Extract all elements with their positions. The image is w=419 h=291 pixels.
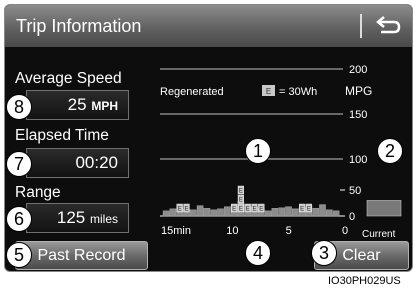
bar-15 <box>264 210 272 217</box>
regen-badge-glyph-12-0: E <box>246 207 250 213</box>
callout-5: 5 <box>6 242 32 268</box>
e-badge-legend-glyph: E <box>266 87 271 96</box>
regen-badge-glyph-11-0: E <box>239 207 243 213</box>
y-tick-label-50: 50 <box>349 185 361 197</box>
bar-9 <box>223 206 231 217</box>
y-tick-label-0: 0 <box>349 211 355 223</box>
regen-badge-glyph-13-0: E <box>252 207 256 213</box>
callout-3: 3 <box>311 240 337 266</box>
regen-badge-glyph-10-0: E <box>232 207 236 213</box>
bar-1 <box>169 208 177 217</box>
bar-16 <box>271 207 279 217</box>
y-tick-label-100: 100 <box>349 154 367 166</box>
image-code: IO30PH029US <box>328 275 401 287</box>
bar-18 <box>285 206 292 217</box>
x-tick-label-3: 0 <box>342 225 348 237</box>
x-tick-label-0: 15min <box>161 225 191 237</box>
regen-badge-glyph-11-1: E <box>239 198 243 204</box>
bar-0 <box>162 210 170 217</box>
regen-badge-glyph-11-2: E <box>239 189 243 195</box>
y-tick-label-150: 150 <box>349 109 367 121</box>
bar-6 <box>203 207 211 217</box>
current-label: Current <box>362 229 396 240</box>
bar-5 <box>196 205 204 217</box>
callout-7: 7 <box>6 151 32 177</box>
e-value-legend: = 30Wh <box>279 86 317 98</box>
bar-8 <box>217 208 224 217</box>
mpg-axis-label: MPG <box>345 84 372 98</box>
bar-23 <box>319 204 326 217</box>
bar-4 <box>189 209 197 217</box>
bar-24 <box>326 209 333 217</box>
x-tick-label-2: 5 <box>286 225 292 237</box>
screen: Trip Information Average Speed 25 MPH El… <box>4 4 413 272</box>
x-tick-label-1: 10 <box>226 225 238 237</box>
regen-badge-glyph-14-0: E <box>259 207 263 213</box>
regen-badge-glyph-3-0: E <box>184 207 188 213</box>
y-tick-label-200: 200 <box>349 64 367 76</box>
bar-22 <box>312 207 320 217</box>
fuel-consumption-chart: E E E EEEE E E E E 20015010050015min 10 5 0 Regene… <box>160 64 402 240</box>
bar-19 <box>292 208 299 217</box>
bar-25 <box>332 210 340 217</box>
callout-6: 6 <box>6 206 32 232</box>
current-bar <box>366 200 402 217</box>
callout-8: 8 <box>6 94 32 120</box>
callout-1: 1 <box>245 138 271 164</box>
regen-badge-glyph-2-0: E <box>178 207 182 213</box>
regen-badge-glyph-20-0: E <box>300 207 304 213</box>
bar-17 <box>278 207 286 217</box>
bar-7 <box>210 209 218 217</box>
regenerated-legend-label: Regenerated <box>160 86 224 98</box>
callout-2: 2 <box>377 138 403 164</box>
callout-4: 4 <box>245 240 271 266</box>
regen-badge-glyph-21-0: E <box>307 207 311 213</box>
